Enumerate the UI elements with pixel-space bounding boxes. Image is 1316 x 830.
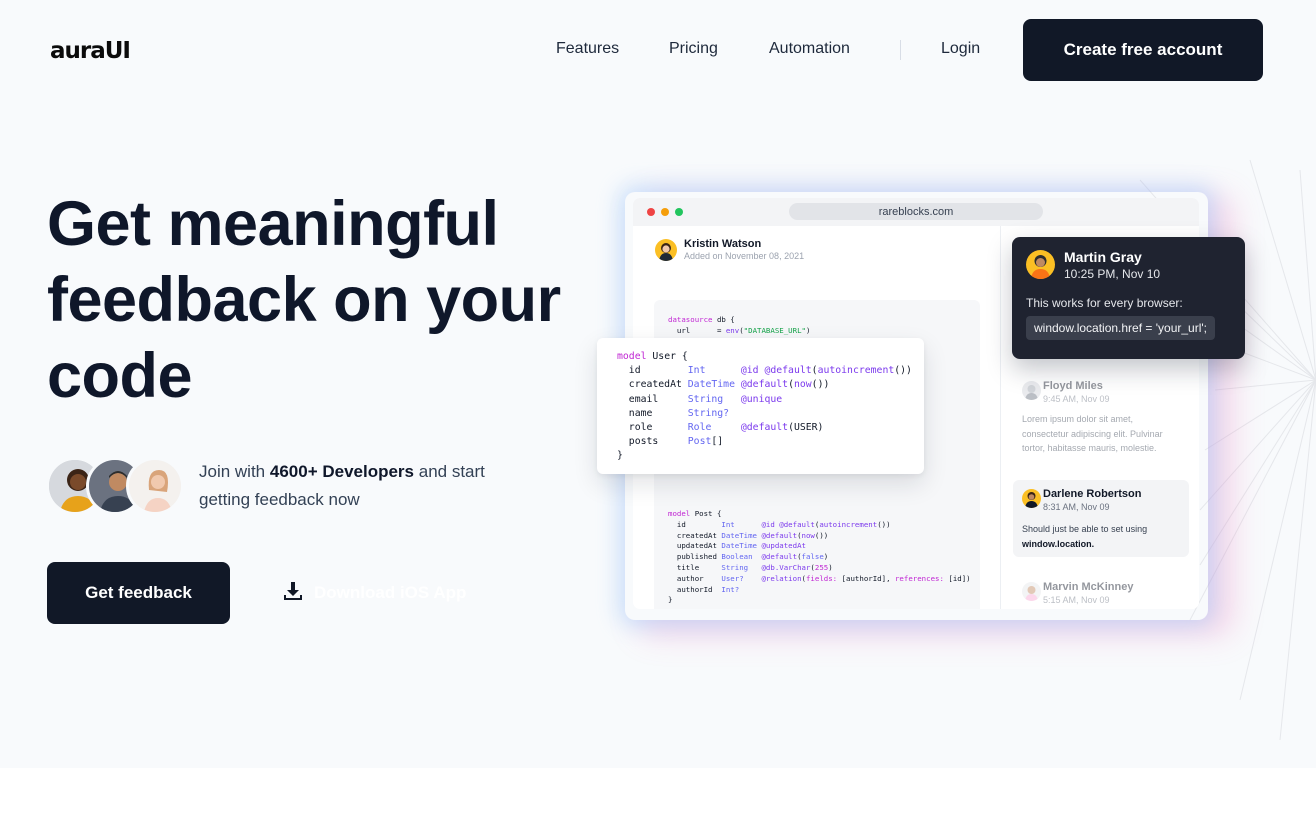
close-dot-icon <box>647 208 655 216</box>
comment-code: window.location.href = 'your_url'; <box>1026 316 1216 340</box>
comment-card[interactable]: Marvin McKinney 5:15 AM, Nov 09 <box>1013 573 1189 609</box>
create-account-button[interactable]: Create free account <box>1023 19 1263 81</box>
nav-features[interactable]: Features <box>556 40 619 58</box>
browser-titlebar: rareblocks.com <box>633 198 1199 226</box>
download-icon <box>282 580 304 607</box>
avatar <box>1026 250 1055 279</box>
avatar <box>1022 582 1041 601</box>
download-ios-button[interactable]: Download iOS App <box>282 578 466 608</box>
comment-time: 10:25 PM, Nov 10 <box>1064 267 1161 281</box>
avatar <box>1022 489 1041 508</box>
comment-author: Martin Gray <box>1064 249 1142 265</box>
code-post-model: model Post { id Int @id @default(autoinc… <box>668 509 971 605</box>
brand-logo[interactable]: auraUI <box>50 38 131 64</box>
nav-pricing[interactable]: Pricing <box>669 40 718 58</box>
nav-automation[interactable]: Automation <box>769 40 850 58</box>
address-bar: rareblocks.com <box>789 203 1043 220</box>
comment-time: 8:31 AM, Nov 09 <box>1043 502 1110 512</box>
comment-author: Floyd Miles <box>1043 380 1103 392</box>
avatar <box>655 239 677 261</box>
comment-author: Marvin McKinney <box>1043 581 1134 593</box>
nav-login[interactable]: Login <box>941 40 980 58</box>
comment-code: window.location. <box>1022 538 1095 549</box>
maximize-dot-icon <box>675 208 683 216</box>
post-date: Added on November 08, 2021 <box>684 251 805 261</box>
nav-divider <box>900 40 901 60</box>
comment-text: Should just be able to set using window.… <box>1022 522 1182 551</box>
comment-text: This works for every browser: <box>1026 296 1183 310</box>
comment-card[interactable]: Darlene Robertson 8:31 AM, Nov 09 Should… <box>1013 480 1189 557</box>
comment-text-body: Should just be able to set using <box>1022 524 1148 534</box>
join-count: 4600+ Developers <box>269 462 415 481</box>
next-section <box>0 768 1316 830</box>
developer-avatars <box>46 457 186 515</box>
code-popup: model User { id Int @id @default(autoinc… <box>597 338 924 474</box>
comment-author: Darlene Robertson <box>1043 488 1142 500</box>
join-text: Join with 4600+ Developers and start get… <box>199 458 539 514</box>
minimize-dot-icon <box>661 208 669 216</box>
get-feedback-button[interactable]: Get feedback <box>47 562 230 624</box>
download-label: Download iOS App <box>314 583 467 602</box>
join-prefix: Join with <box>199 462 270 481</box>
code-user-model: model User { id Int @id @default(autoinc… <box>617 351 912 462</box>
highlighted-comment[interactable]: Martin Gray 10:25 PM, Nov 10 This works … <box>1012 237 1245 359</box>
hero-headline: Get meaningful feedback on your code <box>47 189 561 411</box>
comment-time: 9:45 AM, Nov 09 <box>1043 394 1110 404</box>
comment-time: 5:15 AM, Nov 09 <box>1043 595 1110 605</box>
comment-text: Lorem ipsum dolor sit amet, consectetur … <box>1022 414 1163 453</box>
avatar <box>126 457 184 515</box>
post-author-name: Kristin Watson <box>684 238 762 250</box>
avatar <box>1022 381 1041 400</box>
comment-card[interactable]: Floyd Miles 9:45 AM, Nov 09 Lorem ipsum … <box>1013 372 1189 465</box>
